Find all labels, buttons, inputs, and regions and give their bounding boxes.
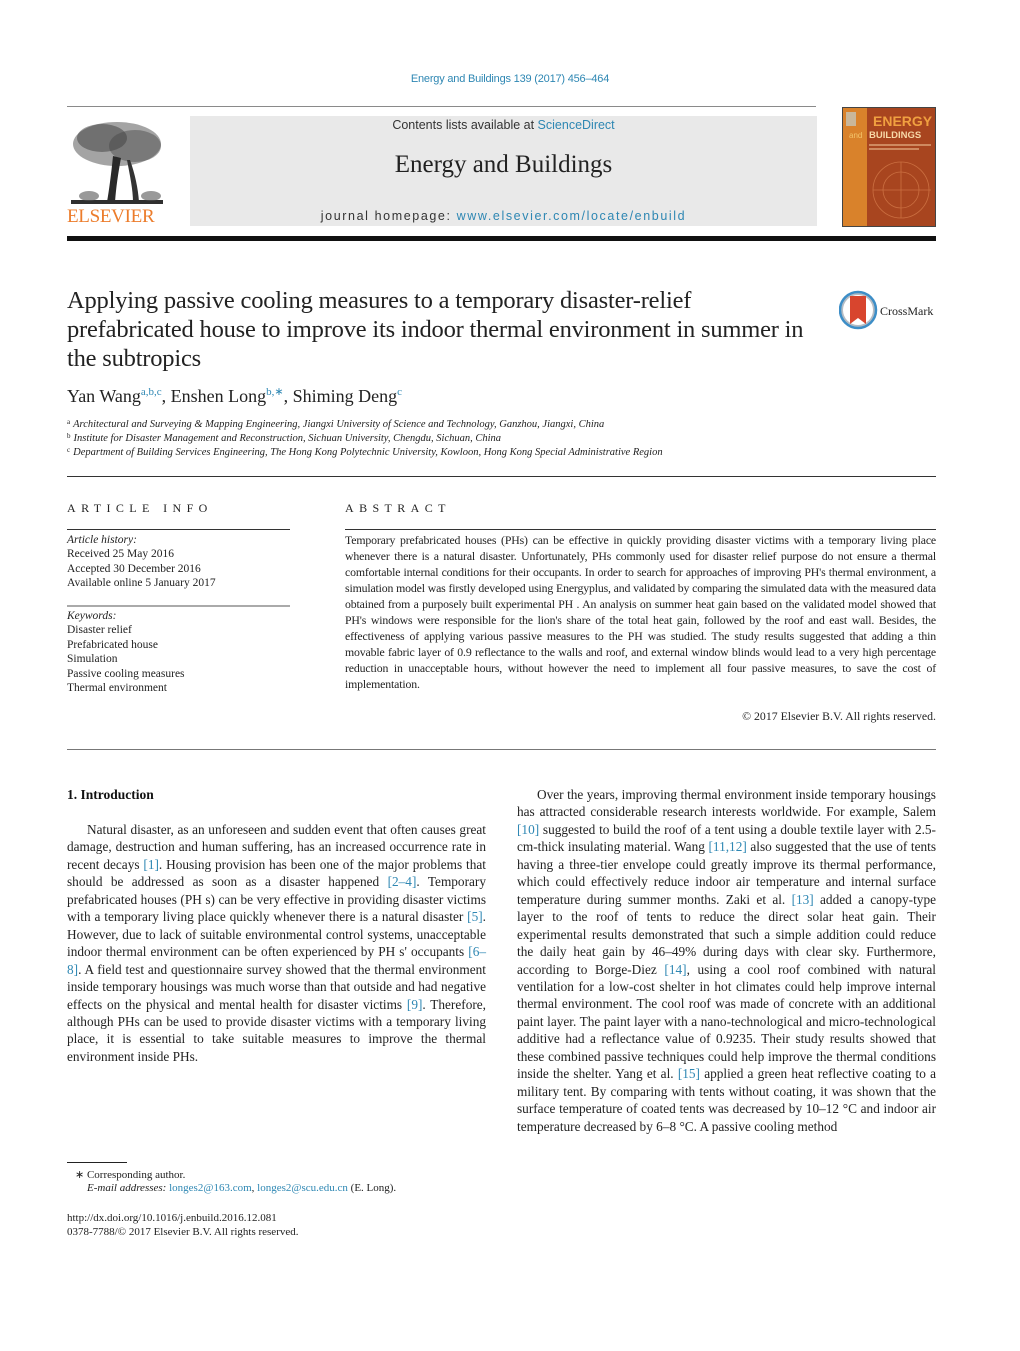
affiliation-text: Architectural and Surveying & Mapping En… bbox=[73, 419, 605, 430]
affiliation-c: c Department of Building Services Enginee… bbox=[67, 446, 663, 458]
footnote-mark: ∗ bbox=[75, 1169, 85, 1181]
cover-word-energy: ENERGY bbox=[873, 113, 933, 129]
footnote-divider bbox=[67, 1162, 127, 1163]
masthead-divider bbox=[67, 236, 936, 241]
article-info-heading: ARTICLE INFO bbox=[67, 501, 213, 515]
author-affiliation-marks[interactable]: b,∗ bbox=[266, 386, 283, 398]
journal-cover-thumbnail[interactable]: ENERGY and BUILDINGS bbox=[842, 107, 936, 227]
keywords-list: Keywords: Disaster relief Prefabricated … bbox=[67, 609, 185, 695]
author-affiliation-marks[interactable]: c bbox=[397, 386, 402, 398]
citation-link[interactable]: [2–4] bbox=[388, 874, 417, 889]
abstract-end-divider bbox=[67, 749, 936, 750]
abstract-text: Temporary prefabricated houses (PHs) can… bbox=[345, 533, 936, 691]
body-column-left: Natural disaster, as an unforeseen and s… bbox=[67, 821, 486, 1065]
keyword-item: Thermal environment bbox=[67, 682, 167, 695]
header-divider bbox=[67, 106, 816, 107]
email-link[interactable]: longes2@scu.edu.cn bbox=[257, 1182, 348, 1194]
journal-homepage-link[interactable]: www.elsevier.com/locate/enbuild bbox=[457, 209, 687, 223]
citation-link[interactable]: [11,12] bbox=[708, 839, 746, 854]
citation-link[interactable]: [10] bbox=[517, 822, 539, 837]
author-name[interactable]: Yan Wang bbox=[67, 386, 141, 406]
section-heading-introduction: 1. Introduction bbox=[67, 787, 154, 802]
cover-word-and: and bbox=[849, 131, 862, 140]
intro-paragraph-1: Natural disaster, as an unforeseen and s… bbox=[67, 821, 486, 1065]
crossmark-icon bbox=[838, 290, 878, 330]
abstract-copyright: © 2017 Elsevier B.V. All rights reserved… bbox=[742, 709, 936, 723]
citation-link[interactable]: [5] bbox=[467, 909, 483, 924]
sciencedirect-link[interactable]: ScienceDirect bbox=[538, 118, 615, 132]
history-online: Available online 5 January 2017 bbox=[67, 577, 216, 590]
article-title: Applying passive cooling measures to a t… bbox=[67, 287, 804, 372]
abstract-divider bbox=[345, 529, 936, 530]
corresponding-author-text: Corresponding author. bbox=[86, 1169, 186, 1181]
email-addresses-note: E-mail addresses: longes2@163.com, longe… bbox=[87, 1182, 397, 1194]
affiliation-text: Department of Building Services Engineer… bbox=[73, 447, 663, 458]
journal-homepage-line: journal homepage: www.elsevier.com/locat… bbox=[190, 209, 817, 223]
keyword-item: Prefabricated house bbox=[67, 638, 159, 651]
affiliation-a: a Architectural and Surveying & Mapping E… bbox=[67, 418, 604, 430]
doi-link[interactable]: http://dx.doi.org/10.1016/j.enbuild.2016… bbox=[67, 1212, 277, 1224]
email-owner: (E. Long). bbox=[347, 1182, 397, 1194]
citation-link[interactable]: [9] bbox=[407, 997, 423, 1012]
article-info-divider bbox=[67, 529, 290, 530]
affiliation-b: b Institute for Disaster Management and R… bbox=[67, 432, 501, 444]
affiliation-key: b bbox=[67, 432, 71, 440]
issn-copyright-line: 0378-7788/© 2017 Elsevier B.V. All right… bbox=[67, 1226, 299, 1238]
article-history: Article history: Received 25 May 2016 Ac… bbox=[67, 533, 216, 591]
contents-line: Contents lists available at ScienceDirec… bbox=[190, 118, 817, 132]
article-history-label: Article history: bbox=[67, 534, 137, 546]
contents-prefix: Contents lists available at bbox=[392, 118, 538, 132]
abstract-heading: ABSTRACT bbox=[345, 501, 451, 515]
keywords-divider bbox=[67, 605, 290, 607]
elsevier-wordmark: ELSEVIER bbox=[67, 206, 155, 227]
crossmark-label[interactable]: CrossMark bbox=[880, 304, 933, 319]
author-name[interactable]: Shiming Deng bbox=[293, 386, 398, 406]
body-text: Over the years, improving thermal enviro… bbox=[517, 787, 936, 820]
affiliation-key: c bbox=[67, 446, 71, 454]
body-text: , using a cool roof combined with natura… bbox=[517, 961, 936, 1082]
corresponding-author-note: ∗ Corresponding author. bbox=[67, 1168, 185, 1181]
author-affiliation-marks[interactable]: a,b,c bbox=[141, 386, 162, 398]
keyword-item: Passive cooling measures bbox=[67, 667, 185, 680]
author-name[interactable]: Enshen Long bbox=[171, 386, 266, 406]
journal-citation-link[interactable]: Energy and Buildings 139 (2017) 456–464 bbox=[0, 73, 1020, 85]
cover-word-buildings: BUILDINGS bbox=[869, 130, 921, 141]
intro-paragraph-2: Over the years, improving thermal enviro… bbox=[517, 786, 936, 1135]
citation-link[interactable]: [14] bbox=[664, 962, 686, 977]
body-column-right: Over the years, improving thermal enviro… bbox=[517, 786, 936, 1135]
keywords-label: Keywords: bbox=[67, 610, 117, 622]
affiliation-key: a bbox=[67, 418, 71, 426]
history-accepted: Accepted 30 December 2016 bbox=[67, 562, 201, 575]
email-label: E-mail addresses: bbox=[87, 1182, 167, 1194]
journal-title: Energy and Buildings bbox=[394, 151, 613, 178]
citation-link[interactable]: [15] bbox=[678, 1066, 700, 1081]
citation-link[interactable]: [1] bbox=[143, 857, 159, 872]
history-received: Received 25 May 2016 bbox=[67, 548, 174, 561]
keyword-item: Simulation bbox=[67, 653, 118, 666]
affiliations-divider bbox=[67, 476, 936, 477]
citation-link[interactable]: [13] bbox=[792, 892, 814, 907]
email-link[interactable]: longes2@163.com bbox=[169, 1182, 252, 1194]
homepage-prefix: journal homepage: bbox=[320, 209, 457, 223]
author-list: Yan Wanga,b,c, Enshen Longb,∗, Shiming D… bbox=[67, 386, 403, 406]
keyword-item: Disaster relief bbox=[67, 624, 132, 637]
affiliation-text: Institute for Disaster Management and Re… bbox=[73, 433, 502, 444]
journal-cover-icon: ENERGY and BUILDINGS bbox=[843, 108, 935, 226]
